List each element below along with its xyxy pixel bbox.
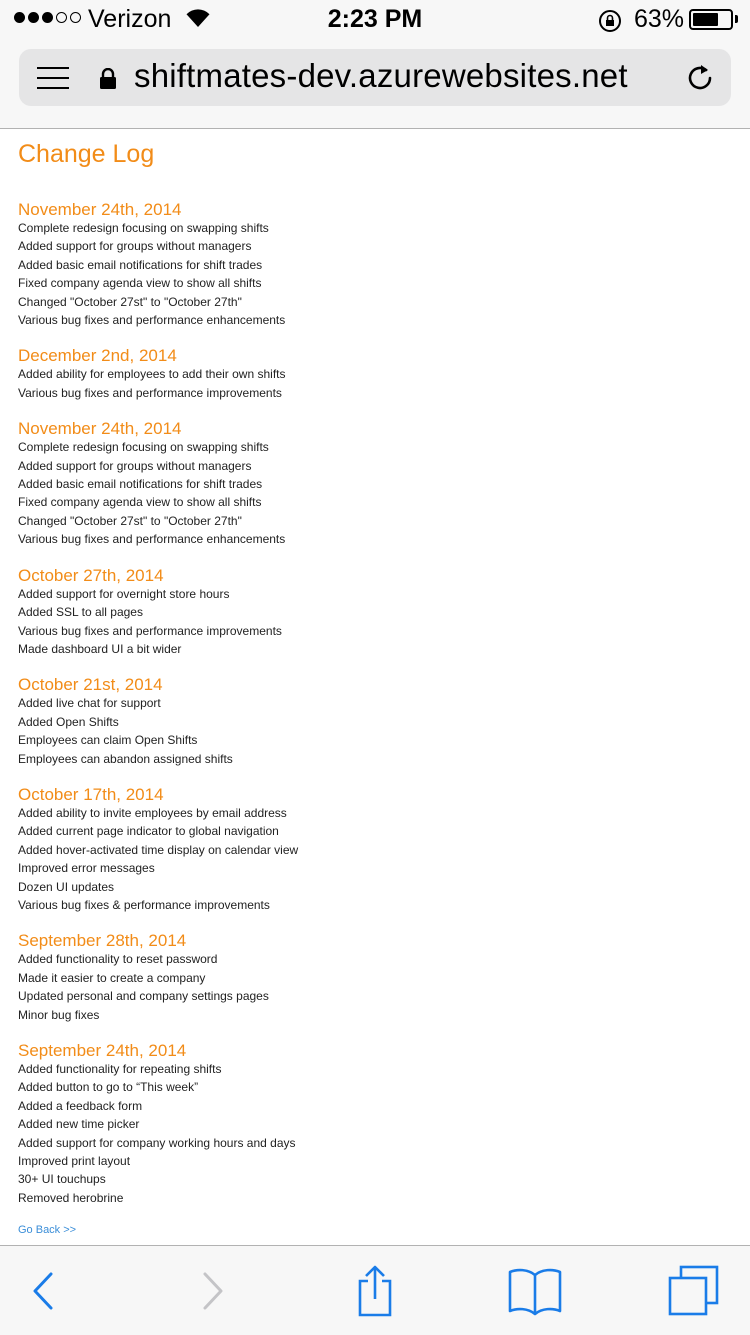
back-icon[interactable] [18, 1246, 68, 1335]
list-item: Added basic email notifications for shif… [18, 477, 263, 492]
page-title: Change Log [18, 140, 155, 168]
list-item: Removed herobrine [18, 1190, 124, 1205]
list-item: Added hover-activated time display on ca… [18, 842, 299, 857]
browser-address-bar: shiftmates-dev.azurewebsites.net [0, 40, 750, 129]
entry-date: September 24th, 2014 [18, 1041, 187, 1060]
changelog-entry: November 24th, 2014 Complete redesign foc… [18, 419, 738, 548]
entry-date: October 17th, 2014 [18, 784, 164, 804]
list-item: Various bug fixes and performance enhanc… [18, 532, 286, 547]
changelog-entry: December 2nd, 2014 Added ability for empl… [18, 346, 738, 402]
list-item: Added support for groups without manager… [18, 458, 252, 473]
list-item: Complete redesign focusing on swapping s… [18, 440, 269, 455]
list-item: Employees can abandon assigned shifts [18, 751, 233, 766]
go-back-link[interactable]: Go Back >> [18, 1224, 738, 1236]
reader-menu-icon[interactable] [37, 67, 69, 89]
entry-date: November 24th, 2014 [18, 419, 182, 439]
list-item: Improved print layout [18, 1154, 131, 1169]
list-item: Added functionality for repeating shifts [18, 1062, 222, 1076]
battery-icon [689, 9, 733, 30]
entry-date: October 27th, 2014 [18, 565, 164, 585]
list-item: Added current page indicator to global n… [18, 824, 279, 839]
list-item: Various bug fixes and performance improv… [18, 623, 282, 638]
list-item: Changed "October 27st" to "October 27th" [18, 294, 242, 309]
orientation-lock-icon [598, 9, 622, 38]
entry-items: Added functionality for repeating shifts… [18, 1060, 738, 1207]
list-item: Employees can claim Open Shifts [18, 733, 198, 748]
list-item: Added support for company working hours … [18, 1135, 296, 1150]
tabs-icon[interactable] [664, 1246, 724, 1335]
url-field[interactable]: shiftmates-dev.azurewebsites.net [19, 49, 731, 106]
url-text[interactable]: shiftmates-dev.azurewebsites.net [134, 57, 628, 95]
list-item: Various bug fixes & performance improvem… [18, 897, 270, 912]
entry-items: Added ability for employees to add their… [18, 365, 738, 402]
list-item: Complete redesign focusing on swapping s… [18, 221, 269, 235]
page-content: Change Log November 24th, 2014 Complete r… [18, 128, 738, 1236]
forward-icon[interactable] [188, 1246, 238, 1335]
list-item: 30+ UI touchups [18, 1172, 106, 1187]
list-item: Added support for overnight store hours [18, 586, 230, 601]
list-item: Made it easier to create a company [18, 970, 206, 985]
list-item: Fixed company agenda view to show all sh… [18, 276, 262, 291]
list-item: Added functionality to reset password [18, 952, 218, 967]
changelog-entry: October 21st, 2014 Added live chat for su… [18, 675, 738, 768]
list-item: Added Open Shifts [18, 714, 119, 729]
entry-date: September 28th, 2014 [18, 931, 187, 951]
list-item: Minor bug fixes [18, 1007, 100, 1022]
reload-icon[interactable] [686, 62, 716, 99]
list-item: Made dashboard UI a bit wider [18, 641, 182, 656]
list-item: Various bug fixes and performance improv… [18, 385, 282, 400]
entry-items: Added live chat for support Added Open Sh… [18, 694, 738, 768]
list-item: Updated personal and company settings pa… [18, 989, 269, 1004]
list-item: Added ability to invite employees by ema… [18, 805, 287, 820]
list-item: Added button to go to “This week” [18, 1080, 199, 1095]
bookmarks-icon[interactable] [505, 1246, 565, 1335]
list-item: Added support for groups without manager… [18, 239, 252, 254]
changelog-entry: September 24th, 2014 Added functionality … [18, 1041, 738, 1207]
changelog-entry: September 28th, 2014 Added functionality … [18, 931, 738, 1024]
battery-percentage: 63% [634, 5, 685, 33]
list-item: Changed "October 27st" to "October 27th" [18, 513, 242, 528]
list-item: Added basic email notifications for shif… [18, 257, 263, 272]
list-item: Added SSL to all pages [18, 605, 143, 620]
status-bar: Verizon 2:23 PM 63% [0, 0, 750, 40]
list-item: Dozen UI updates [18, 879, 115, 894]
entry-items: Complete redesign focusing on swapping s… [18, 219, 738, 329]
entry-items: Added support for overnight store hours A… [18, 585, 738, 659]
entry-date: November 24th, 2014 [18, 200, 182, 219]
browser-toolbar [0, 1245, 750, 1335]
lock-icon [99, 67, 117, 95]
changelog-entry: October 17th, 2014 Added ability to invit… [18, 785, 738, 914]
entry-date: October 21st, 2014 [18, 675, 163, 695]
entry-date: December 2nd, 2014 [18, 346, 177, 366]
list-item: Various bug fixes and performance enhanc… [18, 313, 286, 328]
changelog-entry: November 24th, 2014 Complete redesign foc… [18, 200, 738, 329]
list-item: Added a feedback form [18, 1098, 143, 1113]
list-item: Added new time picker [18, 1117, 140, 1132]
list-item: Added live chat for support [18, 696, 161, 711]
entry-items: Added functionality to reset password Mad… [18, 950, 738, 1024]
list-item: Fixed company agenda view to show all sh… [18, 495, 262, 510]
changelog-entries: November 24th, 2014 Complete redesign foc… [18, 200, 738, 1207]
changelog-entry: October 27th, 2014 Added support for over… [18, 566, 738, 659]
list-item: Added ability for employees to add their… [18, 367, 286, 382]
share-icon[interactable] [347, 1246, 403, 1335]
entry-items: Complete redesign focusing on swapping s… [18, 438, 738, 548]
list-item: Improved error messages [18, 861, 155, 876]
entry-items: Added ability to invite employees by ema… [18, 804, 738, 914]
